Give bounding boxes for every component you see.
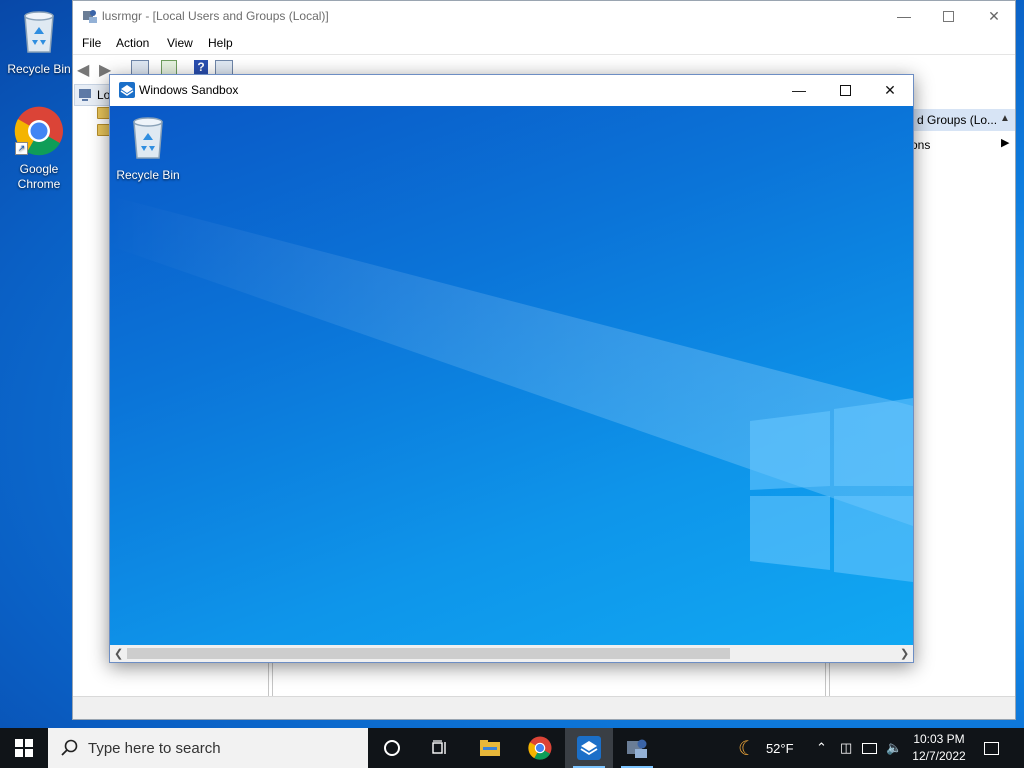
menu-bar: File Action View Help [73,31,1015,53]
submenu-arrow-icon: ▶ [1001,137,1010,149]
tray-app-icon[interactable]: ◫ [840,728,852,768]
weather-widget[interactable]: ☾ 52°F [738,728,794,768]
collapse-arrow-icon: ▲ [1000,113,1010,124]
windows-sandbox-window: Windows Sandbox — ✕ Recycle Bin ❮ ❯ [109,74,914,663]
clock[interactable]: 10:03 PM 12/7/2022 [908,731,970,765]
maximize-button[interactable] [925,1,971,31]
menu-file[interactable]: File [82,36,101,50]
sandbox-desktop[interactable]: Recycle Bin [110,106,913,645]
desktop-icon-label: Recycle Bin [7,62,71,76]
actions-header-label: d Groups (Lo... [917,113,998,127]
menu-action[interactable]: Action [116,36,149,50]
search-placeholder: Type here to search [88,740,221,757]
minimize-icon: — [897,8,911,24]
title-bar[interactable]: Windows Sandbox — ✕ [110,75,913,106]
computer-icon [79,89,91,101]
taskbar: Type here to search ☾ 52°F ⌃ ◫ 🔈 10:03 P… [0,728,1024,768]
recycle-bin-icon [133,117,163,159]
status-bar [73,696,1015,719]
taskbar-windows-sandbox[interactable] [565,728,613,768]
taskbar-chrome[interactable] [516,728,564,768]
menu-help[interactable]: Help [208,36,233,50]
minimize-icon: — [792,82,806,98]
pane-divider[interactable] [268,661,269,699]
pane-divider[interactable] [825,661,826,699]
pane-divider[interactable] [272,661,273,699]
task-view-button[interactable] [416,728,464,768]
moon-icon: ☾ [738,737,756,760]
close-icon: ✕ [988,7,1000,24]
maximize-icon [942,10,954,22]
close-icon: ✕ [884,81,896,98]
maximize-button[interactable] [822,75,868,105]
start-button[interactable] [0,728,48,768]
taskbar-file-explorer[interactable] [466,728,514,768]
file-explorer-icon [480,740,500,756]
camera-icon: ◫ [840,740,853,755]
volume-button[interactable]: 🔈 [886,728,902,768]
task-view-icon [432,740,446,754]
taskbar-lusrmgr[interactable] [613,728,661,768]
close-button[interactable]: ✕ [867,75,913,105]
desktop-icon-label: Recycle Bin [116,168,180,182]
horizontal-scrollbar[interactable]: ❮ ❯ [110,645,913,662]
title-bar[interactable]: lusrmgr - [Local Users and Groups (Local… [73,1,1015,31]
windows-logo-wallpaper [110,196,913,582]
cortana-button[interactable] [368,728,416,768]
weather-temperature: 52°F [765,740,794,756]
close-button[interactable]: ✕ [971,1,1017,31]
scrollbar-thumb[interactable] [127,648,730,659]
network-button[interactable] [862,728,877,768]
search-box[interactable]: Type here to search [48,728,368,768]
desktop: Recycle Bin Google Chrome ↗ lusrmgr - [L… [0,0,1024,728]
sandbox-icon [577,736,601,760]
chevron-up-icon: ⌃ [816,740,827,755]
shortcut-arrow-icon: ↗ [15,142,28,155]
minimize-button[interactable]: — [881,1,927,31]
network-icon [862,742,877,754]
recycle-bin-icon [24,11,54,53]
desktop-icon-google-chrome[interactable]: Google Chrome ↗ [3,106,75,192]
desktop-icon-label: Google Chrome [17,162,61,191]
sandbox-icon-recycle-bin[interactable]: Recycle Bin [112,114,184,183]
minimize-button[interactable]: — [776,75,822,105]
pane-divider[interactable] [829,661,830,699]
actions-header[interactable]: d Groups (Lo... ▲ [907,109,1015,131]
desktop-icon-recycle-bin[interactable]: Recycle Bin [3,8,75,77]
windows-logo-icon [15,739,33,757]
back-arrow-icon[interactable]: ◀ [77,60,95,79]
show-hidden-icons-button[interactable]: ⌃ [816,728,827,768]
search-icon [61,739,78,756]
menu-view[interactable]: View [167,36,193,50]
clock-date: 12/7/2022 [912,749,966,763]
sandbox-app-icon [119,82,135,98]
notification-icon [984,741,999,755]
window-title: lusrmgr - [Local Users and Groups (Local… [102,9,329,23]
maximize-icon [839,84,851,96]
volume-muted-icon: 🔈 [886,740,903,755]
clock-time: 10:03 PM [913,732,965,746]
scroll-left-icon[interactable]: ❮ [114,647,123,660]
chrome-icon [528,736,552,760]
window-title: Windows Sandbox [139,83,239,97]
action-center-button[interactable] [984,728,999,768]
lusrmgr-app-icon [83,10,97,23]
lusrmgr-icon [627,739,647,758]
scroll-right-icon[interactable]: ❯ [900,647,909,660]
cortana-icon [384,740,400,756]
